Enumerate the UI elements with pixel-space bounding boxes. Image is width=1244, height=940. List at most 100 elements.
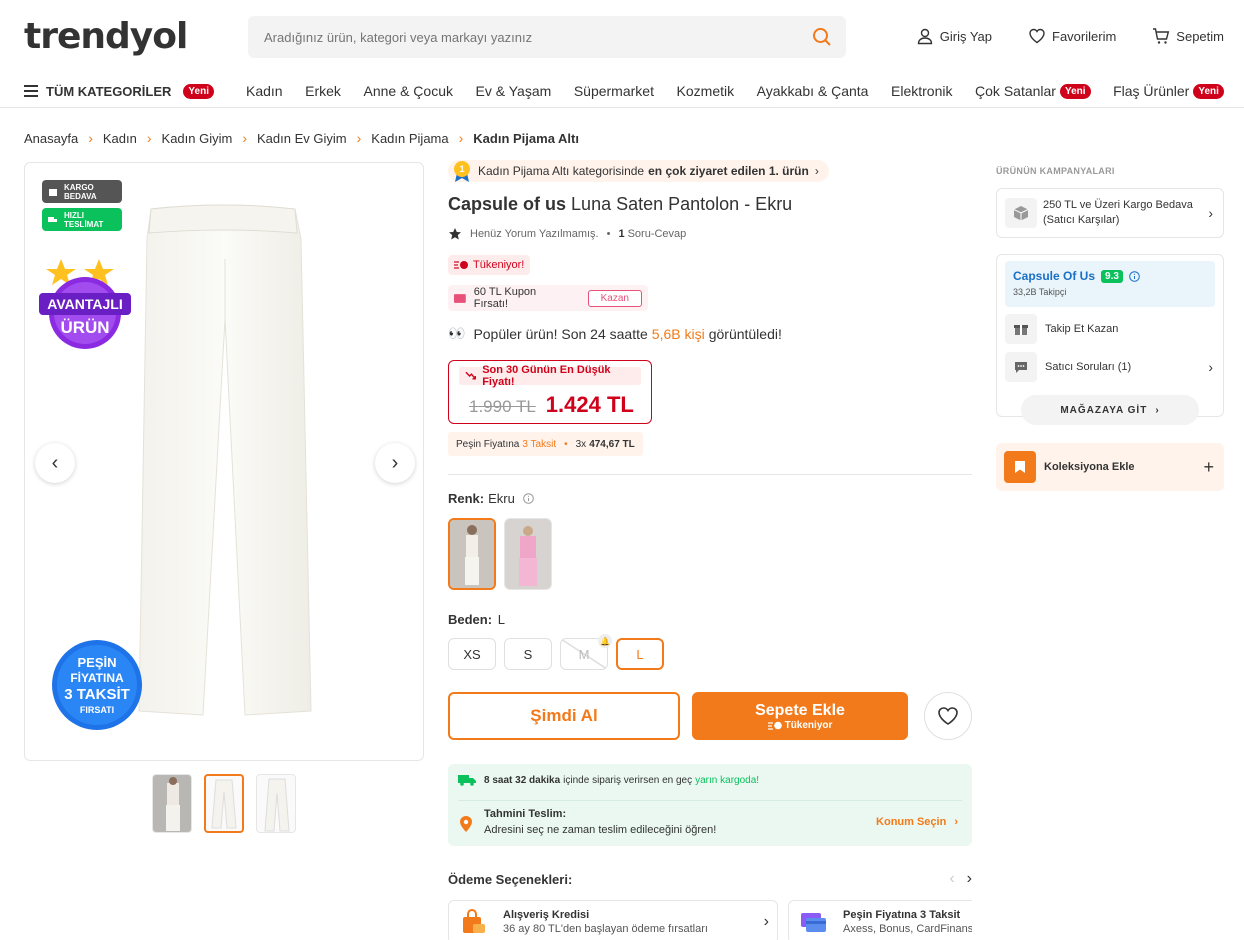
- payment-card-title: Peşin Fiyatına 3 Taksit: [843, 909, 961, 921]
- login-label: Giriş Yap: [939, 28, 992, 44]
- installment-amount: 474,67 TL: [589, 438, 635, 450]
- breadcrumb-item[interactable]: Kadın Pijama: [371, 131, 448, 146]
- favorite-button[interactable]: [924, 692, 972, 740]
- popular-highlight: 5,6B kişi: [651, 325, 705, 342]
- breadcrumb-item[interactable]: Kadın Ev Giyim: [257, 131, 347, 146]
- chevron-right-icon: ›: [458, 130, 464, 146]
- qa-count[interactable]: 1: [618, 228, 624, 240]
- thumbnail-image: [264, 778, 290, 832]
- nav-item-erkek[interactable]: Erkek: [305, 83, 341, 99]
- search-icon[interactable]: [812, 27, 832, 47]
- chevron-right-icon: ›: [814, 164, 819, 178]
- payment-next-button[interactable]: ›: [967, 870, 972, 888]
- size-value: L: [497, 612, 505, 627]
- cart-link[interactable]: Sepetim: [1152, 27, 1224, 45]
- campaign-item[interactable]: 250 TL ve Üzeri Kargo Bedava (Satıcı Kar…: [996, 188, 1224, 238]
- size-option-xs[interactable]: XS: [448, 638, 496, 670]
- purchase-actions: Şimdi Al Sepete Ekle Tükeniyor: [448, 692, 972, 740]
- favorites-link[interactable]: Favorilerim: [1028, 27, 1116, 45]
- chevron-right-icon: ›: [391, 451, 399, 474]
- all-categories-button[interactable]: TÜM KATEGORİLER Yeni: [24, 83, 246, 99]
- add-to-collection-button[interactable]: Koleksiyona Ekle +: [996, 443, 1224, 491]
- nav-item-elektronik[interactable]: Elektronik: [891, 83, 952, 99]
- size-option-m[interactable]: M 🔔: [560, 634, 612, 670]
- info-icon[interactable]: [1129, 270, 1140, 282]
- color-swatch-pembe[interactable]: [504, 518, 552, 590]
- breadcrumb-current[interactable]: Kadın Pijama Altı: [473, 131, 579, 146]
- coupon-kazan-button[interactable]: Kazan: [587, 289, 642, 307]
- pesin-fiyatina-badge: PEŞİN FİYATINA 3 TAKSİT FIRSATI: [52, 640, 142, 730]
- thumbnail[interactable]: [256, 774, 296, 833]
- nav-item-ayakkabi-canta[interactable]: Ayakkabı & Çanta: [757, 83, 869, 99]
- cargo-time-post: içinde sipariş verirsen en geç: [563, 774, 693, 786]
- color-value: Ekru: [488, 491, 515, 506]
- cargo-time-highlight: yarın kargoda!: [695, 774, 760, 786]
- size-option-l[interactable]: L: [616, 638, 664, 670]
- select-location-button[interactable]: Konum Seçin ›: [876, 816, 958, 828]
- qa-label[interactable]: Soru-Cevap: [628, 228, 687, 240]
- go-to-store-label: MAĞAZAYA GİT: [1060, 404, 1148, 416]
- nav-item-cok-satanlar[interactable]: Çok Satanlar Yeni: [975, 83, 1091, 99]
- seller-questions-label: Satıcı Soruları (1): [1045, 361, 1132, 373]
- search-input[interactable]: [248, 16, 788, 58]
- chevron-right-icon: ›: [1208, 359, 1213, 375]
- menu-icon: [24, 85, 38, 97]
- size-options: XS S M 🔔 L: [448, 634, 972, 670]
- lowest-price-badge: Son 30 Günün En Düşük Fiyatı!: [459, 364, 641, 388]
- product-name: Luna Saten Pantolon - Ekru: [571, 194, 793, 214]
- chat-icon: [1005, 352, 1037, 382]
- payment-card-credit[interactable]: Alışveriş Kredisi 36 ay 80 TL'den başlay…: [448, 900, 778, 940]
- nav-item-anne-cocuk[interactable]: Anne & Çocuk: [363, 83, 453, 99]
- size-option-s[interactable]: S: [504, 638, 552, 670]
- product-title: Capsule of us Luna Saten Pantolon - Ekru: [448, 194, 972, 215]
- nav-item-flas-urunler[interactable]: Flaş Ürünler Yeni: [1113, 83, 1224, 99]
- logo[interactable]: trendyol: [24, 16, 188, 57]
- current-price: 1.424 TL: [545, 392, 634, 417]
- nav-item-kozmetik[interactable]: Kozmetik: [677, 83, 735, 99]
- seller-questions-row[interactable]: Satıcı Soruları (1) ›: [1005, 351, 1215, 383]
- clock-icon: [454, 261, 468, 269]
- breadcrumb-item[interactable]: Kadın Giyim: [162, 131, 233, 146]
- buy-now-button[interactable]: Şimdi Al: [448, 692, 680, 740]
- seller-followers: 33,2B Takipçi: [1013, 287, 1067, 297]
- nav-item-supermarket[interactable]: Süpermarket: [574, 83, 654, 99]
- shopping-bag-icon: [463, 909, 485, 933]
- size-label-row: Beden: L: [448, 612, 972, 627]
- truck-icon: [48, 216, 57, 222]
- product-brand[interactable]: Capsule of us: [448, 194, 566, 214]
- coupon-label: 60 TL Kupon Fırsatı!: [473, 286, 537, 310]
- best-visited-badge[interactable]: 1 Kadın Pijama Altı kategorisinde en çok…: [448, 160, 829, 182]
- gallery-next-button[interactable]: ›: [375, 443, 415, 483]
- product-image-gallery[interactable]: KARGO BEDAVA HIZLI TESLİMAT AVANTAJLI ÜR…: [24, 162, 424, 761]
- thumbnail[interactable]: [152, 774, 192, 833]
- nav-item-ev-yasam[interactable]: Ev & Yaşam: [476, 83, 552, 99]
- nav-item-kadin[interactable]: Kadın: [246, 83, 283, 99]
- payment-card-sub: 36 ay 80 TL'den başlayan ödeme fırsatlar…: [503, 923, 708, 935]
- delivery-info: 8 saat 32 dakika içinde sipariş verirsen…: [448, 764, 972, 846]
- login-link[interactable]: Giriş Yap: [916, 27, 992, 45]
- payment-prev-button[interactable]: ‹: [949, 870, 954, 888]
- thumbnail-active[interactable]: [204, 774, 244, 833]
- go-to-store-button[interactable]: MAĞAZAYA GİT ›: [1021, 395, 1199, 425]
- breadcrumb-item[interactable]: Kadın: [103, 131, 137, 146]
- size-label: Beden:: [448, 612, 493, 627]
- payment-card-installment[interactable]: Peşin Fiyatına 3 Taksit Axess, Bonus, Ca…: [788, 900, 972, 940]
- add-to-cart-button[interactable]: Sepete Ekle Tükeniyor: [692, 692, 908, 740]
- campaign-text: 250 TL ve Üzeri Kargo Bedava (Satıcı Kar…: [1043, 199, 1193, 226]
- gallery-prev-button[interactable]: ‹: [35, 443, 75, 483]
- price-box: Son 30 Günün En Düşük Fiyatı! 1.990 TL 1…: [448, 360, 652, 424]
- payment-card-title: Alışveriş Kredisi: [503, 909, 590, 921]
- popular-pre: Popüler ürün! Son 24 saatte: [473, 325, 648, 342]
- color-swatch-ekru[interactable]: [448, 518, 496, 590]
- divider: [458, 800, 962, 801]
- seller-name[interactable]: Capsule Of Us: [1013, 269, 1095, 283]
- follow-win-label: Takip Et Kazan: [1045, 323, 1119, 335]
- credit-card-icon: [801, 913, 826, 932]
- dot-separator: •: [606, 228, 611, 240]
- chevron-left-icon: ‹: [51, 451, 59, 474]
- seller-header[interactable]: Capsule Of Us 9.3 33,2B Takipçi: [1005, 261, 1215, 307]
- search-bar[interactable]: [248, 16, 846, 58]
- breadcrumb-item[interactable]: Anasayfa: [24, 131, 78, 146]
- info-icon[interactable]: [523, 493, 534, 504]
- follow-win-row[interactable]: Takip Et Kazan: [1005, 313, 1215, 345]
